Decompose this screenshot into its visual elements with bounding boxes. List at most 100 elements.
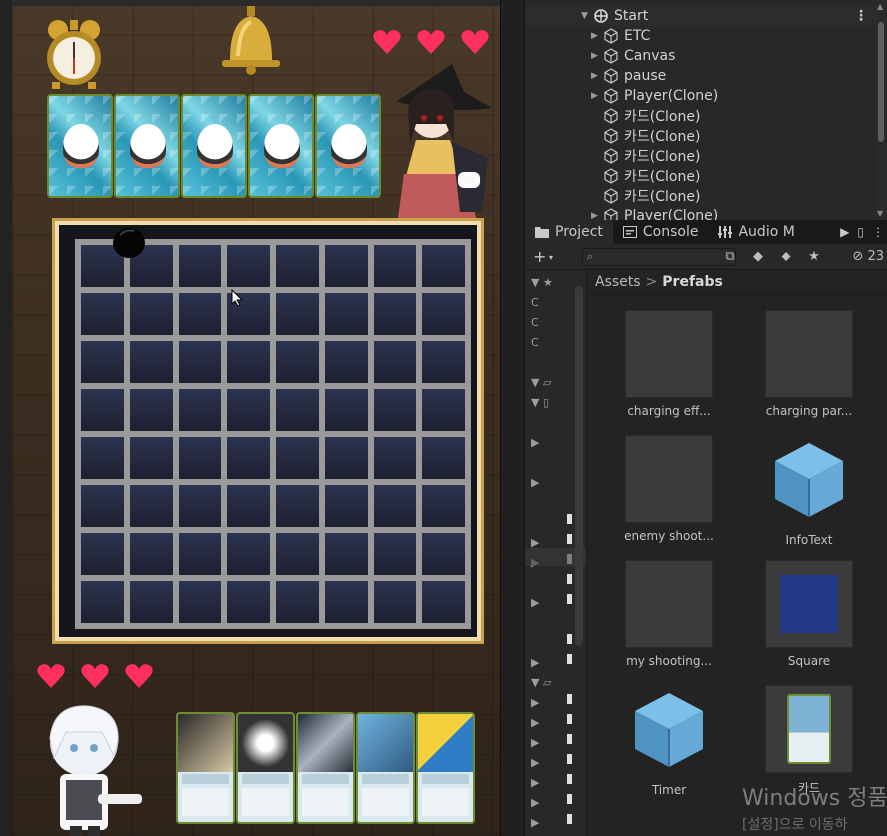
breadcrumb-prefabs[interactable]: Prefabs [662,274,723,290]
board-cell[interactable] [422,581,465,623]
board-cell[interactable] [373,293,417,335]
expand-right-icon[interactable]: ▶ [591,91,603,101]
board-cell[interactable] [129,293,173,335]
folder-tree-row[interactable]: ▶ [525,776,586,796]
lock-icon[interactable]: ▯ [857,225,864,239]
hierarchy-item[interactable]: ▶ pause [525,66,876,86]
kebab-icon[interactable]: ⋮ [854,8,868,24]
folder-tree-row[interactable] [525,576,586,596]
expand-right-icon[interactable]: ▶ [591,71,603,81]
hidden-packages-toggle[interactable]: ⊘ 23 [852,249,884,264]
board-cell[interactable] [276,485,319,527]
board-cell[interactable] [373,533,417,575]
board-cell[interactable] [276,533,319,575]
board-cell[interactable] [373,245,417,287]
board-cell[interactable] [227,341,270,383]
board-cell[interactable] [227,581,270,623]
board-cell[interactable] [276,245,319,287]
folder-tree-row[interactable]: ▶ [525,436,586,456]
board-cell[interactable] [178,485,222,527]
asset-item[interactable]: charging eff... [609,310,729,418]
board-cell[interactable] [227,533,270,575]
folder-tree-row[interactable]: ▶ [525,796,586,816]
player-card[interactable] [416,712,475,824]
folder-tree[interactable]: ▼ ★CCC▼ ▱ ▼ ▯ ▶ ▶ ▶ ▶ ▶ ▶▼ ▱ ▶ ▶ ▶ ▶ ▶ ▶… [525,270,587,836]
board-cell[interactable] [373,437,417,479]
filter-by-label-icon[interactable]: ⬥ [777,248,795,266]
hierarchy-item[interactable]: 카드(Clone) [525,186,876,206]
hierarchy-item[interactable]: ▶ ETC [525,26,876,46]
folder-tree-row[interactable]: ▶ [525,596,586,616]
hierarchy-item[interactable]: ▶ Canvas [525,46,876,66]
board-cell[interactable] [422,293,465,335]
board-cell[interactable] [324,533,368,575]
board-cell[interactable] [227,437,270,479]
folder-tree-row[interactable]: ▶ [525,816,586,836]
game-view[interactable] [0,0,524,836]
board-cell[interactable] [178,581,222,623]
search-by-type-icon[interactable]: ⧉ [721,248,739,266]
asset-item[interactable]: Square [749,560,869,668]
folder-tree-row[interactable] [525,516,586,536]
board-cell[interactable] [129,389,173,431]
board-cell[interactable] [178,533,222,575]
board-cell[interactable] [373,341,417,383]
asset-item[interactable]: enemy shoot... [609,435,729,543]
board-cell[interactable] [373,485,417,527]
folder-tree-row[interactable]: ▼ ▱ [525,376,586,396]
board-cell[interactable] [129,437,173,479]
board-cell[interactable] [178,341,222,383]
breadcrumb-assets[interactable]: Assets [595,274,641,290]
hierarchy-item[interactable]: 카드(Clone) [525,146,876,166]
kebab-icon[interactable]: ⋮ [872,225,884,239]
board-cell[interactable] [81,485,124,527]
board-cell[interactable] [422,533,465,575]
filter-by-type-icon[interactable]: ◆ [749,248,767,266]
board-cell[interactable] [129,533,173,575]
board-cell[interactable] [324,437,368,479]
folder-tree-row[interactable]: ▶ [525,716,586,736]
board-cell[interactable] [227,485,270,527]
board-cell[interactable] [422,437,465,479]
hierarchy-item[interactable]: 카드(Clone) [525,106,876,126]
board-cell[interactable] [81,581,124,623]
expand-right-icon[interactable]: ▶ [591,31,603,41]
board-cell[interactable] [422,389,465,431]
folder-tree-row[interactable]: ▶ [525,656,586,676]
scrollbar-thumb[interactable] [878,22,884,142]
board-cell[interactable] [81,293,124,335]
board-cell[interactable] [81,533,124,575]
board-cell[interactable] [81,437,124,479]
board-cell[interactable] [129,341,173,383]
board-cell[interactable] [227,245,270,287]
board-cell[interactable] [276,341,319,383]
folder-tree-row[interactable]: ▶ [525,756,586,776]
player-card[interactable] [296,712,355,824]
folder-tree-row[interactable]: ▶ [525,476,586,496]
expand-right-icon[interactable]: ▶ [591,51,603,61]
hierarchy-item[interactable]: ▼ Start ⋮ [525,6,876,26]
folder-tree-row[interactable]: ▼ ★ [525,276,586,296]
board-cell[interactable] [422,245,465,287]
board-cell[interactable] [178,245,222,287]
hierarchy-panel[interactable]: ▼ Start ⋮ ▶ ETC ▶ Canvas ▶ pause ▶ Player(Clone) 카드… [524,0,887,224]
asset-item[interactable]: my shooting... [609,560,729,668]
create-add-button[interactable]: + ▾ [533,247,553,266]
folder-tree-row[interactable]: ▶ [525,696,586,716]
search-box[interactable]: ⌕ [582,248,736,266]
expand-down-icon[interactable]: ▼ [581,11,593,21]
board-cell[interactable] [324,245,368,287]
board-cell[interactable] [129,485,173,527]
asset-item[interactable]: Timer [609,685,729,797]
board-cell[interactable] [373,389,417,431]
player-card[interactable] [236,712,295,824]
player-card[interactable] [356,712,415,824]
search-input[interactable] [598,251,719,263]
folder-tree-row[interactable]: ▶ [525,736,586,756]
black-stone-token[interactable] [112,227,146,259]
player-card[interactable] [176,712,235,824]
folder-tree-row[interactable]: C [525,336,586,356]
favorite-star-icon[interactable]: ★ [805,248,823,266]
board-cell[interactable] [422,485,465,527]
tab-audio-mixer[interactable]: Audio M [708,220,804,244]
